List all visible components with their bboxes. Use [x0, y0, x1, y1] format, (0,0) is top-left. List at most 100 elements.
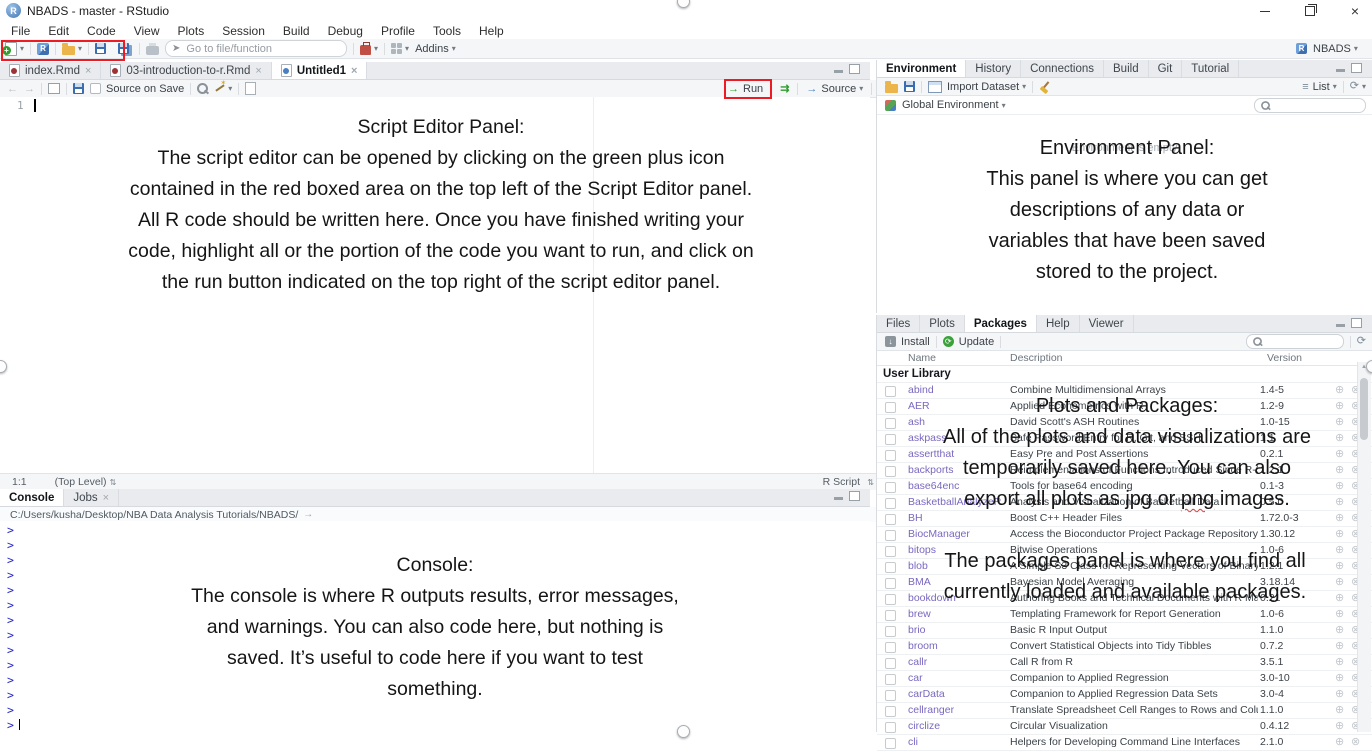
- package-checkbox[interactable]: [885, 482, 896, 493]
- package-website-icon[interactable]: ⊕: [1335, 543, 1344, 556]
- package-checkbox[interactable]: [885, 594, 896, 605]
- close-tab-icon[interactable]: ×: [85, 65, 91, 77]
- window-minimize-button[interactable]: [1247, 0, 1283, 22]
- window-close-button[interactable]: ×: [1337, 0, 1372, 22]
- new-file-icon[interactable]: +: [5, 42, 17, 56]
- console-body[interactable]: >>>>>>>>>>>>>>: [0, 521, 870, 732]
- package-website-icon[interactable]: ⊕: [1335, 431, 1344, 444]
- environment-search-box[interactable]: [1254, 98, 1366, 113]
- source-on-save-checkbox[interactable]: [90, 83, 101, 94]
- package-name-link[interactable]: base64enc: [908, 480, 959, 492]
- package-name-link[interactable]: broom: [908, 640, 938, 652]
- editor-body[interactable]: 1: [0, 97, 870, 473]
- package-name-link[interactable]: blob: [908, 560, 928, 572]
- package-website-icon[interactable]: ⊕: [1335, 527, 1344, 540]
- tab-history[interactable]: History: [966, 60, 1021, 77]
- package-name-link[interactable]: circlize: [908, 720, 940, 732]
- window-maximize-button[interactable]: [1292, 0, 1328, 22]
- editor-tab-03-introduction-to-r-rmd[interactable]: 03-introduction-to-r.Rmd×: [101, 62, 271, 79]
- package-name-link[interactable]: brio: [908, 624, 926, 636]
- menu-plots[interactable]: Plots: [169, 24, 214, 38]
- maximize-panel-icon[interactable]: [849, 64, 860, 74]
- install-button[interactable]: Install: [901, 336, 930, 348]
- packages-search-box[interactable]: [1246, 334, 1344, 349]
- package-checkbox[interactable]: [885, 386, 896, 397]
- new-project-icon[interactable]: R: [37, 43, 49, 55]
- import-dataset-button[interactable]: Import Dataset: [947, 81, 1019, 93]
- tab-plots[interactable]: Plots: [920, 315, 965, 332]
- minimize-panel-icon[interactable]: [834, 497, 843, 500]
- package-name-link[interactable]: assertthat: [908, 448, 954, 460]
- package-website-icon[interactable]: ⊕: [1335, 639, 1344, 652]
- goto-file-input[interactable]: [184, 42, 318, 56]
- package-checkbox[interactable]: [885, 578, 896, 589]
- pane-layout-icon[interactable]: [391, 43, 402, 54]
- menu-tools[interactable]: Tools: [424, 24, 470, 38]
- package-name-link[interactable]: askpass: [908, 432, 947, 444]
- update-button[interactable]: Update: [959, 336, 994, 348]
- package-website-icon[interactable]: ⊕: [1335, 559, 1344, 572]
- menu-profile[interactable]: Profile: [372, 24, 424, 38]
- package-name-link[interactable]: bookdown: [908, 592, 956, 604]
- package-website-icon[interactable]: ⊕: [1335, 671, 1344, 684]
- refresh-packages-icon[interactable]: ⟳: [1357, 336, 1366, 347]
- maximize-panel-icon[interactable]: [1351, 63, 1362, 73]
- package-checkbox[interactable]: [885, 546, 896, 557]
- package-website-icon[interactable]: ⊕: [1335, 735, 1344, 748]
- run-button[interactable]: Run: [743, 83, 763, 95]
- package-name-link[interactable]: AER: [908, 400, 930, 412]
- goto-directory-icon[interactable]: →: [303, 509, 313, 520]
- maximize-panel-icon[interactable]: [1351, 318, 1362, 328]
- menu-code[interactable]: Code: [78, 24, 125, 38]
- console-tab-console[interactable]: Console: [0, 489, 64, 506]
- tab-viewer[interactable]: Viewer: [1080, 315, 1134, 332]
- refresh-caret-icon[interactable]: ▾: [1362, 82, 1366, 91]
- package-checkbox[interactable]: [885, 690, 896, 701]
- package-name-link[interactable]: car: [908, 672, 923, 684]
- forward-icon[interactable]: →: [24, 83, 35, 95]
- menu-help[interactable]: Help: [470, 24, 513, 38]
- source-caret-icon[interactable]: ▾: [859, 84, 863, 93]
- load-workspace-icon[interactable]: [885, 84, 898, 93]
- package-checkbox[interactable]: [885, 610, 896, 621]
- packages-scrollbar[interactable]: ▲: [1357, 362, 1371, 732]
- package-website-icon[interactable]: ⊕: [1335, 399, 1344, 412]
- environment-scope-caret-icon[interactable]: ▾: [1002, 101, 1006, 110]
- package-checkbox[interactable]: [885, 658, 896, 669]
- package-checkbox[interactable]: [885, 498, 896, 509]
- minimize-panel-icon[interactable]: [1336, 69, 1345, 72]
- package-website-icon[interactable]: ⊕: [1335, 383, 1344, 396]
- package-name-link[interactable]: backports: [908, 464, 954, 476]
- scrollbar-thumb[interactable]: [1360, 378, 1368, 440]
- package-checkbox[interactable]: [885, 450, 896, 461]
- save-workspace-icon[interactable]: [904, 81, 915, 92]
- tab-packages[interactable]: Packages: [965, 315, 1037, 332]
- minimize-panel-icon[interactable]: [1336, 324, 1345, 327]
- editor-save-icon[interactable]: [73, 83, 84, 94]
- package-checkbox[interactable]: [885, 722, 896, 733]
- editor-tab-untitled1[interactable]: Untitled1×: [272, 62, 368, 79]
- close-tab-icon[interactable]: ×: [103, 492, 109, 504]
- console-tab-jobs[interactable]: Jobs×: [64, 489, 119, 506]
- package-checkbox[interactable]: [885, 434, 896, 445]
- packages-search-input[interactable]: [1267, 335, 1338, 348]
- package-website-icon[interactable]: ⊕: [1335, 703, 1344, 716]
- package-website-icon[interactable]: ⊕: [1335, 623, 1344, 636]
- package-website-icon[interactable]: ⊕: [1335, 511, 1344, 524]
- package-website-icon[interactable]: ⊕: [1335, 575, 1344, 588]
- package-checkbox[interactable]: [885, 642, 896, 653]
- package-checkbox[interactable]: [885, 674, 896, 685]
- menu-session[interactable]: Session: [213, 24, 274, 38]
- source-button[interactable]: Source: [821, 83, 856, 95]
- package-name-link[interactable]: cli: [908, 736, 918, 748]
- package-name-link[interactable]: BasketballAnalyzeR: [908, 496, 1001, 508]
- menu-build[interactable]: Build: [274, 24, 319, 38]
- package-name-link[interactable]: ash: [908, 416, 925, 428]
- package-name-link[interactable]: bitops: [908, 544, 936, 556]
- goto-file-box[interactable]: ➤: [165, 40, 347, 57]
- package-name-link[interactable]: callr: [908, 656, 927, 668]
- column-name[interactable]: Name: [908, 352, 936, 364]
- import-dataset-caret-icon[interactable]: ▾: [1022, 82, 1026, 91]
- maximize-panel-icon[interactable]: [849, 491, 860, 501]
- rerun-icon[interactable]: ⇉: [780, 82, 789, 95]
